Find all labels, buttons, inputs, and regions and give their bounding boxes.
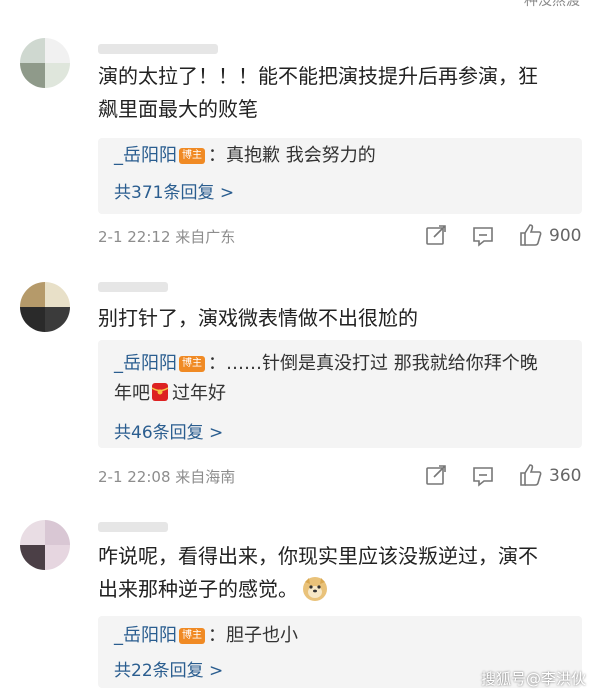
more-replies-link[interactable]: 共22条回复 > [114,656,223,681]
reply-text: ：……针倒是真没打过 那我就给你拜个晚 [208,353,538,374]
reply-text: ：胆子也小 [208,625,298,646]
comment-meta: 2-1 22:12 来自广东 [98,228,236,246]
reply-line-2: 年吧 过年好 [114,381,226,404]
author-badge: 博主 [179,148,205,164]
reply-line: _岳阳阳 博主 ：真抱歉 我会努力的 [114,142,376,170]
reply-author[interactable]: _岳阳阳 [114,145,177,166]
avatar[interactable] [20,38,70,88]
red-envelope-icon [150,381,172,403]
like-count: 900 [549,226,582,246]
share-icon[interactable] [425,464,449,488]
avatar[interactable] [20,520,70,570]
avatar[interactable] [20,282,70,332]
comment-text: 演的太拉了！！！能不能把演技提升后再参演，狂 飙里面最大的败笔 [98,64,538,121]
more-replies-link[interactable]: 共46条回复 > [114,418,223,443]
comment-icon[interactable] [472,225,496,249]
reply-author[interactable]: _岳阳阳 [114,625,177,646]
top-partial-text: 一种没熬渡 [510,0,580,9]
username-blurred[interactable] [98,522,168,532]
username-blurred[interactable] [98,44,218,54]
author-badge: 博主 [179,628,205,644]
author-badge: 博主 [179,356,205,372]
reply-author[interactable]: _岳阳阳 [114,353,177,374]
reply-line: _岳阳阳 博主 ：胆子也小 [114,622,298,650]
doge-emoji-icon [302,576,328,602]
comment-meta: 2-1 22:08 来自海南 [98,468,236,486]
reply-box[interactable]: _岳阳阳 博主 ：真抱歉 我会努力的 共371条回复 > [98,138,582,214]
username-blurred[interactable] [98,282,168,292]
watermark: 搜狐号@李洪伙 [480,670,586,688]
comment-text: 别打针了，演戏微表情做不出很尬的 [98,306,418,330]
comment-icon[interactable] [472,465,496,489]
comment-text: 咋说呢，看得出来，你现实里应该没叛逆过，演不 出来那种逆子的感觉。 [98,544,538,602]
reply-text: ：真抱歉 我会努力的 [208,145,376,166]
like-count: 360 [549,466,582,486]
thumb-up-icon[interactable] [519,463,543,487]
more-replies-link[interactable]: 共371条回复 > [114,178,234,203]
reply-line: _岳阳阳 博主 ：……针倒是真没打过 那我就给你拜个晚 [114,350,538,378]
reply-box[interactable]: _岳阳阳 博主 ：……针倒是真没打过 那我就给你拜个晚 年吧 过年好 共46条回复 > [98,340,582,448]
share-icon[interactable] [425,224,449,248]
thumb-up-icon[interactable] [519,223,543,247]
